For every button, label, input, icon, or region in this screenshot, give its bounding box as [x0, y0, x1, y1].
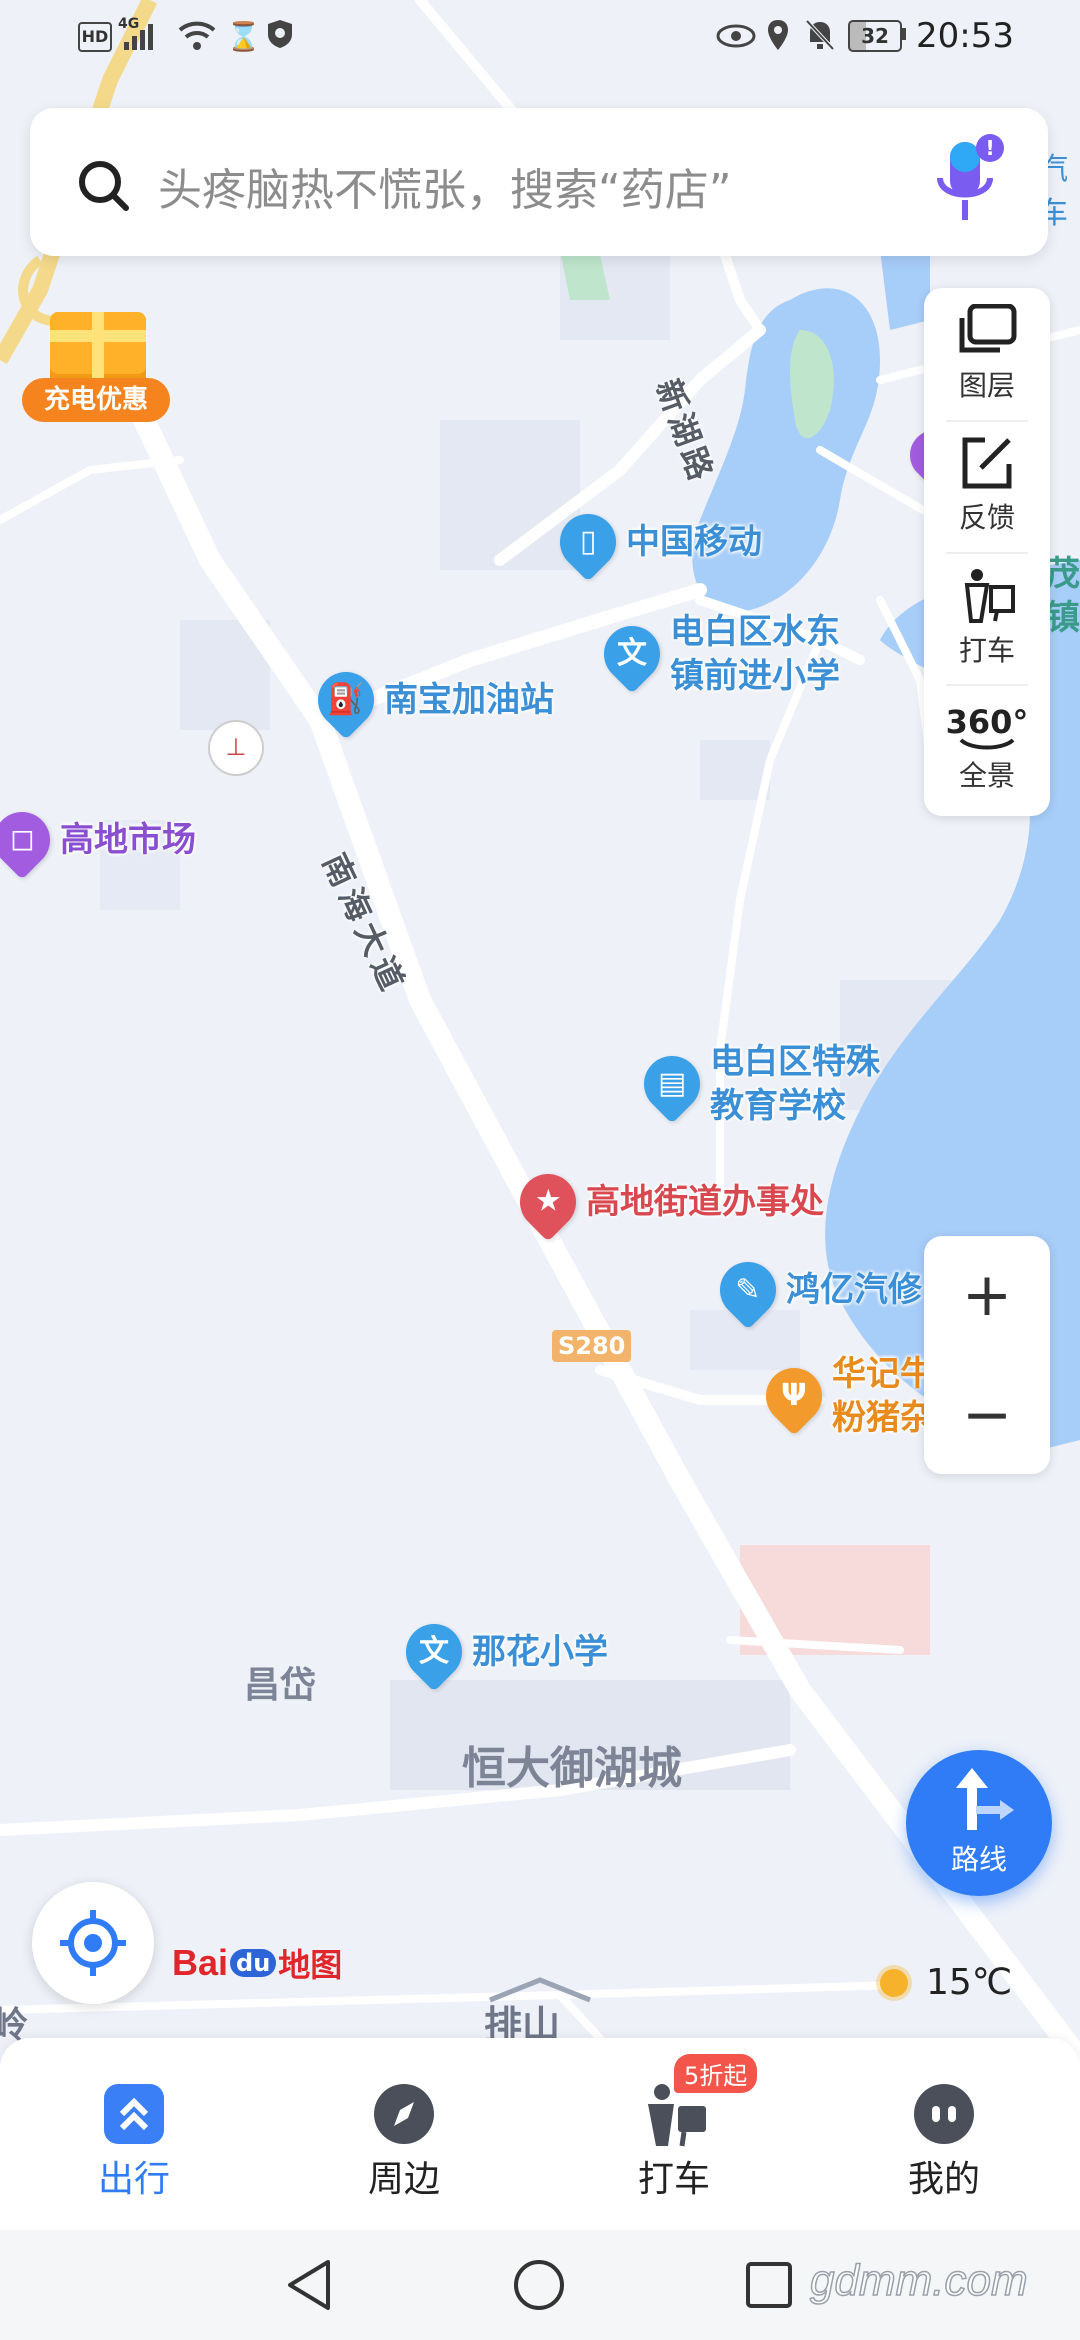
nav-travel[interactable]: 出行 [64, 2074, 204, 2214]
temperature: 15℃ [926, 1962, 1013, 2003]
book-icon: ▤ [632, 1044, 712, 1124]
nav-travel-label: 出行 [97, 2159, 170, 2200]
taxi-label: 打车 [958, 634, 1015, 667]
school-icon: 文 [592, 614, 672, 694]
battery-tip [902, 28, 906, 40]
zoom-out-button[interactable]: − [924, 1356, 1050, 1474]
phone-icon: ▯ [548, 502, 628, 582]
search-bar[interactable]: 头疼脑热不慌张，搜索“药店” ! [30, 108, 1048, 256]
toll-marker-icon[interactable]: ⊥ [208, 720, 264, 776]
minus-icon: − [961, 1380, 1013, 1450]
poi-partial-right-2: 茂 镇 [1046, 554, 1080, 638]
shield-icon [266, 18, 294, 58]
panorama-arc-icon [959, 738, 1015, 750]
layers-button[interactable]: 图层 [924, 288, 1050, 420]
crosshair-icon [60, 1910, 126, 1976]
search-icon [76, 158, 132, 218]
area-label-hengda: 恒大御湖城 [462, 1743, 682, 1794]
poi-huaji-restaurant[interactable]: Ψ 华记牛 粉猪杂 [754, 1352, 934, 1440]
feedback-label: 反馈 [958, 501, 1015, 534]
watermark: gdmm.com [809, 2255, 1028, 2306]
poi-qianjin-school[interactable]: 文 电白区水东 镇前进小学 [592, 610, 840, 698]
battery-icon: 32 [848, 20, 902, 52]
nav-taxi[interactable]: 5折起 打车 [604, 2054, 758, 2214]
panorama-360-icon: 360° [945, 703, 1029, 741]
poi-nanbao-gas[interactable]: ⛽ 南宝加油站 [306, 660, 554, 740]
weather-widget[interactable]: 15℃ [880, 1962, 1012, 2003]
gas-station-icon: ⛽ [306, 660, 386, 740]
sun-icon [880, 1968, 908, 1997]
panorama-label: 全景 [958, 759, 1015, 792]
layers-label: 图层 [958, 369, 1015, 402]
travel-icon [104, 2084, 164, 2144]
poi-gaodi-market[interactable]: ◻ 高地市场 [0, 800, 196, 880]
nav-nearby-label: 周边 [367, 2159, 440, 2200]
route-button[interactable]: 路线 [906, 1750, 1052, 1896]
bottom-navigation: 出行 周边 5折起 打车 我的 [0, 2038, 1080, 2230]
taxi-button[interactable]: 打车 [924, 552, 1050, 684]
baidu-map-logo: Bai du 地图 [172, 1942, 343, 1984]
road-shield-s280: S280 [552, 1330, 632, 1362]
nav-mine-label: 我的 [907, 2159, 980, 2200]
route-arrow-icon [956, 1768, 1014, 1830]
poi-gaodi-office[interactable]: ★ 高地街道办事处 [508, 1162, 824, 1242]
taxi-discount-badge: 5折起 [674, 2054, 758, 2093]
map-canvas[interactable]: 新湖路 南海大道 S280 ▯ 中国移动 文 电白区水东 镇前进小学 ⛽ 南宝加… [0, 0, 1080, 2230]
fork-knife-icon: Ψ [754, 1356, 834, 1436]
clock: 20:53 [916, 16, 1014, 56]
eye-icon [716, 22, 756, 57]
gift-box-icon [50, 312, 146, 384]
profile-face-icon [914, 2084, 974, 2144]
government-star-icon: ★ [508, 1162, 588, 1242]
plus-icon: + [961, 1260, 1013, 1330]
panorama-button[interactable]: 360° 全景 [924, 684, 1050, 816]
charging-promo-label: 充电优惠 [22, 378, 170, 422]
wifi-icon [178, 18, 216, 60]
map-tools-panel: 图层 反馈 打车 360° 全景 [924, 288, 1050, 816]
taxi-person-icon [964, 569, 1015, 623]
status-bar: HD 4G ⌛ 32 20:53 [0, 0, 1080, 72]
location-icon [766, 18, 790, 60]
voice-search-button[interactable]: ! [892, 134, 1004, 238]
poi-nahua-school[interactable]: 文 那花小学 [394, 1612, 608, 1692]
poi-china-mobile[interactable]: ▯ 中国移动 [548, 502, 762, 582]
shopping-bag-icon: ◻ [0, 800, 62, 880]
school-icon: 文 [394, 1612, 474, 1692]
zoom-control: + − [924, 1236, 1050, 1474]
recents-icon[interactable] [744, 2260, 794, 2310]
locate-me-button[interactable] [32, 1882, 154, 2004]
back-icon[interactable] [284, 2258, 334, 2312]
feedback-edit-icon [962, 437, 1012, 489]
zoom-in-button[interactable]: + [924, 1236, 1050, 1354]
nav-taxi-label: 打车 [637, 2159, 710, 2200]
layers-icon [959, 304, 1017, 353]
hourglass-icon: ⌛ [226, 20, 261, 53]
hd-icon: HD [78, 22, 112, 52]
search-placeholder[interactable]: 头疼脑热不慌张，搜索“药店” [158, 154, 732, 218]
route-label: 路线 [950, 1843, 1007, 1876]
nav-nearby[interactable]: 周边 [334, 2074, 474, 2214]
voice-alert-badge: ! [976, 134, 1004, 162]
area-label-changdai: 昌岱 [244, 1665, 317, 1706]
nav-mine[interactable]: 我的 [874, 2074, 1014, 2214]
charging-promo[interactable]: 充电优惠 [22, 306, 172, 426]
poi-special-education-school[interactable]: ▤ 电白区特殊 教育学校 [632, 1040, 880, 1128]
wrench-icon: ✎ [708, 1250, 788, 1330]
poi-hongyi-auto[interactable]: ✎ 鸿亿汽修 [708, 1250, 922, 1330]
system-navigation-bar: gdmm.com [0, 2230, 1080, 2340]
feedback-button[interactable]: 反馈 [924, 420, 1050, 552]
compass-icon [374, 2084, 434, 2144]
4g-signal-icon: 4G [118, 16, 166, 52]
home-icon[interactable] [512, 2258, 566, 2312]
mute-bell-icon [804, 18, 836, 60]
